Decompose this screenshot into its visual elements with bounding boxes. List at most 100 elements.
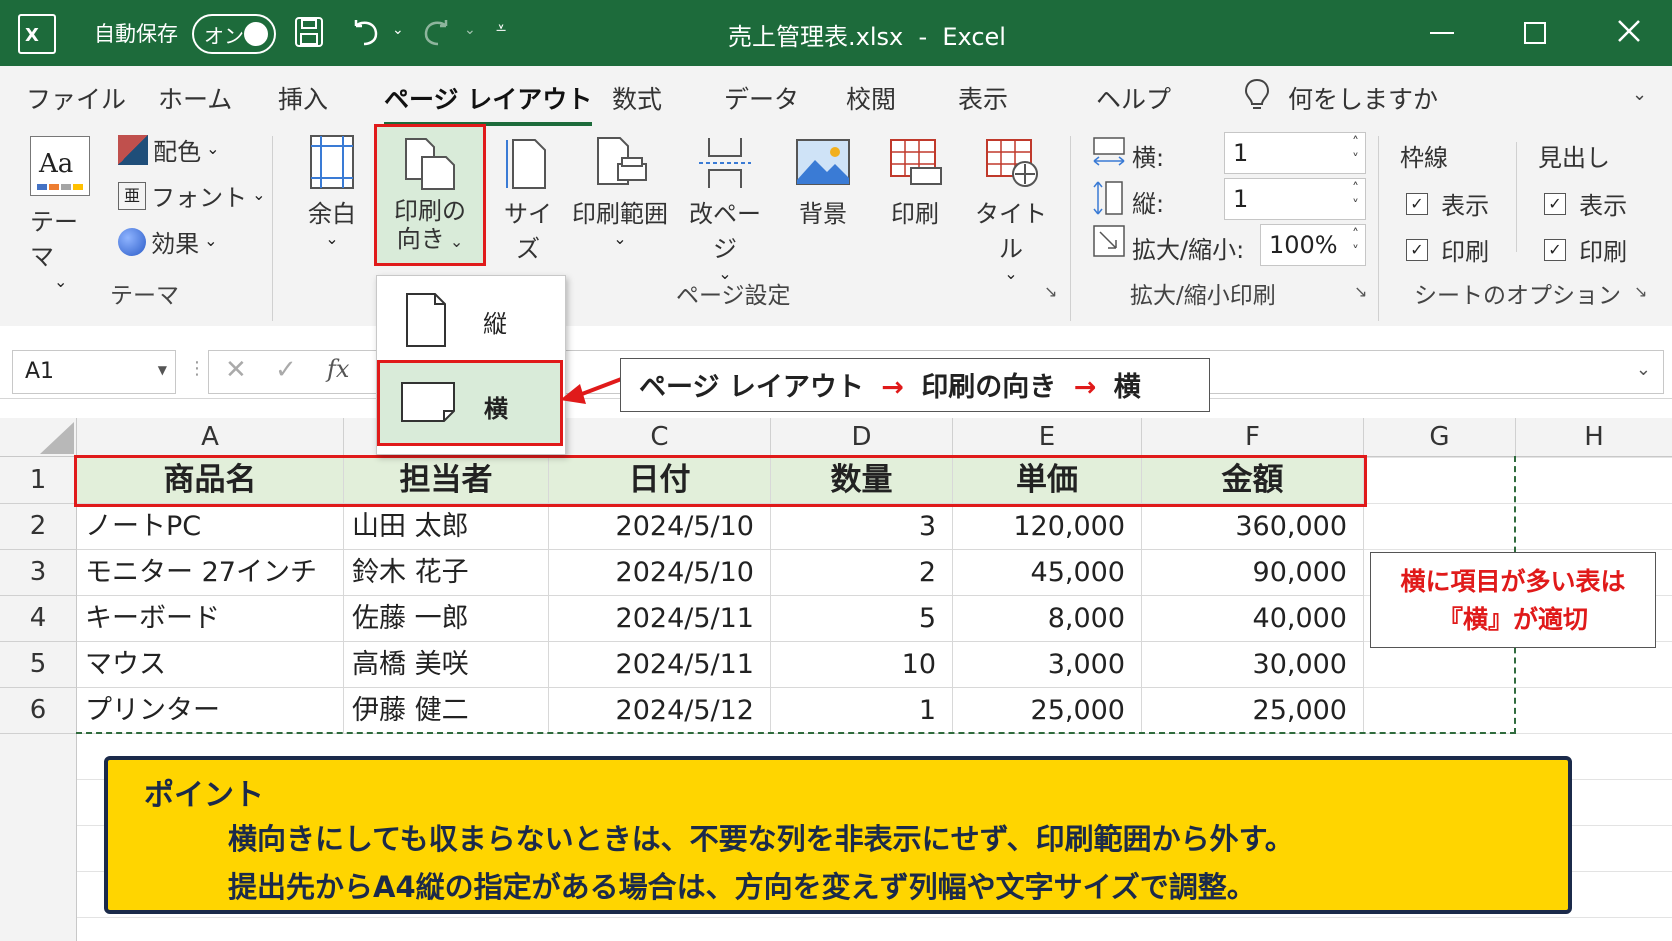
name-box[interactable]: A1 ▼ bbox=[12, 350, 176, 394]
row-header-4[interactable]: 4 bbox=[0, 596, 77, 642]
toggle-knob bbox=[244, 22, 268, 46]
colors-icon bbox=[118, 134, 148, 165]
close-icon[interactable] bbox=[1616, 18, 1642, 44]
gridlines-print-label: 印刷 bbox=[1441, 238, 1490, 266]
themes-button[interactable]: Aa テーマ ⌄ bbox=[30, 136, 98, 291]
row-header-6[interactable]: 6 bbox=[0, 688, 77, 734]
select-all-corner[interactable] bbox=[0, 418, 77, 457]
page-setup-dialog-launcher-icon[interactable]: ↘ bbox=[1044, 282, 1057, 301]
tab-view[interactable]: 表示 bbox=[958, 80, 1008, 116]
point-line-2: 提出先からA4縦の指定がある場合は、方向を変えず列幅や文字サイズで調整。 bbox=[228, 870, 1256, 904]
column-header-g[interactable]: G bbox=[1364, 418, 1516, 457]
tab-page-layout[interactable]: ページ レイアウト bbox=[384, 80, 593, 126]
sheet-options-dialog-launcher-icon[interactable]: ↘ bbox=[1634, 282, 1647, 301]
column-header-e[interactable]: E bbox=[953, 418, 1142, 457]
spinner-arrows-icon[interactable]: ˄ ˅ bbox=[1352, 181, 1359, 215]
row-header-3[interactable]: 3 bbox=[0, 550, 77, 596]
separator bbox=[1378, 136, 1379, 321]
breaks-icon bbox=[699, 138, 751, 188]
effects-button[interactable]: 効果 ⌄ bbox=[118, 224, 218, 260]
tab-review[interactable]: 校閲 bbox=[846, 80, 896, 116]
breaks-button[interactable]: 改ページ ⌄ bbox=[680, 134, 770, 283]
headings-label: 見出し bbox=[1538, 144, 1610, 172]
width-value: 1 bbox=[1233, 139, 1249, 167]
formula-expand-icon[interactable]: ⌄ bbox=[1636, 359, 1651, 380]
save-icon[interactable] bbox=[294, 16, 324, 48]
portrait-option[interactable]: 縦 bbox=[377, 284, 563, 354]
background-button[interactable]: 背景 bbox=[790, 134, 856, 229]
column-header-c[interactable]: C bbox=[549, 418, 771, 457]
minimize-icon[interactable] bbox=[1430, 32, 1454, 34]
print-label: 印刷 bbox=[891, 200, 939, 228]
size-icon bbox=[506, 139, 546, 189]
tell-me-search[interactable]: 何をしますか bbox=[1288, 80, 1438, 116]
enter-icon[interactable]: ✓ bbox=[275, 355, 297, 385]
margins-button[interactable]: 余白 ⌄ bbox=[306, 134, 358, 248]
scale-spinner[interactable]: 100% ˄ ˅ bbox=[1260, 224, 1366, 266]
gridlines-print-checkbox[interactable]: ✓ 印刷 bbox=[1406, 232, 1489, 267]
print-titles-print-button[interactable]: 印刷 bbox=[882, 134, 948, 229]
headings-print-checkbox[interactable]: ✓ 印刷 bbox=[1544, 232, 1627, 267]
effects-icon bbox=[118, 227, 146, 256]
print-titles-button[interactable]: タイトル ⌄ bbox=[970, 134, 1052, 283]
colors-button[interactable]: 配色 ⌄ bbox=[118, 132, 220, 168]
orientation-button[interactable]: 印刷の 向き ⌄ bbox=[374, 124, 486, 266]
column-header-a[interactable]: A bbox=[77, 418, 344, 457]
print-area-button[interactable]: 印刷範囲 ⌄ bbox=[570, 134, 670, 248]
ribbon-page-layout: Aa テーマ ⌄ 配色 ⌄ 亜 フォント ⌄ 効果 ⌄ テーマ 余白 ⌄ 印刷の… bbox=[0, 124, 1672, 327]
name-box-dropdown-icon[interactable]: ▼ bbox=[158, 363, 167, 377]
portrait-page-icon bbox=[406, 293, 446, 347]
size-button[interactable]: サイズ ⌄ bbox=[496, 134, 560, 283]
column-header-d[interactable]: D bbox=[771, 418, 953, 457]
window-title: 売上管理表.xlsx - Excel bbox=[728, 23, 1006, 51]
red-pointer-arrow-icon bbox=[556, 364, 626, 410]
excel-logo-icon[interactable]: X bbox=[18, 14, 56, 54]
scale-label: 拡大/縮小: bbox=[1132, 236, 1245, 264]
spinner-arrows-icon[interactable]: ˄ ˅ bbox=[1352, 227, 1359, 261]
headings-print-label: 印刷 bbox=[1579, 238, 1628, 266]
headings-view-checkbox[interactable]: ✓ 表示 bbox=[1544, 186, 1627, 221]
cancel-icon[interactable]: ✕ bbox=[225, 355, 247, 385]
width-spinner[interactable]: 1 ˄ ˅ bbox=[1224, 132, 1366, 174]
tab-help[interactable]: ヘルプ bbox=[1096, 80, 1171, 116]
landscape-page-icon bbox=[401, 382, 455, 422]
insert-function-icon[interactable]: fx bbox=[327, 355, 349, 383]
row-header-2[interactable]: 2 bbox=[0, 504, 77, 550]
tab-insert[interactable]: 挿入 bbox=[278, 80, 328, 116]
scale-icon bbox=[1092, 224, 1126, 258]
gridlines-view-checkbox[interactable]: ✓ 表示 bbox=[1406, 186, 1489, 221]
height-spinner[interactable]: 1 ˄ ˅ bbox=[1224, 178, 1366, 220]
title-bar: X 自動保存 オン ⌄ ⌄ ⩡ 売上管理表.xlsx - Excel bbox=[0, 0, 1672, 66]
undo-icon[interactable] bbox=[350, 16, 380, 48]
formula-bar-grip-icon: ⋮ bbox=[188, 358, 206, 379]
gridlines-label: 枠線 bbox=[1400, 144, 1448, 172]
tab-data[interactable]: データ bbox=[724, 80, 799, 116]
size-label: サイズ bbox=[504, 200, 552, 263]
fonts-button[interactable]: 亜 フォント ⌄ bbox=[118, 178, 266, 214]
redo-dropdown-icon[interactable]: ⌄ bbox=[464, 22, 476, 38]
print-icon bbox=[890, 139, 942, 185]
spinner-arrows-icon[interactable]: ˄ ˅ bbox=[1352, 135, 1359, 169]
column-header-h[interactable]: H bbox=[1516, 418, 1672, 457]
redo-icon[interactable] bbox=[422, 16, 452, 48]
landscape-option[interactable]: 横 bbox=[377, 360, 563, 446]
column-header-f[interactable]: F bbox=[1142, 418, 1364, 457]
instruction-step-3: 横 bbox=[1113, 372, 1141, 403]
sheet-options-group-label: シートのオプション bbox=[1414, 283, 1621, 309]
separator bbox=[1516, 142, 1517, 252]
tab-home[interactable]: ホーム bbox=[158, 80, 232, 116]
tab-formulas[interactable]: 数式 bbox=[612, 80, 662, 116]
scale-dialog-launcher-icon[interactable]: ↘ bbox=[1354, 282, 1367, 301]
print-titles-icon bbox=[986, 139, 1038, 187]
row-header-1[interactable]: 1 bbox=[0, 457, 77, 504]
autosave-toggle[interactable]: オン bbox=[192, 14, 276, 54]
tab-file[interactable]: ファイル bbox=[26, 80, 126, 116]
row-header-5[interactable]: 5 bbox=[0, 642, 77, 688]
separator bbox=[1070, 136, 1071, 321]
undo-dropdown-icon[interactable]: ⌄ bbox=[392, 22, 404, 38]
ribbon-collapse-icon[interactable]: ⌄ bbox=[1632, 84, 1647, 105]
customize-qat-icon[interactable]: ⩡ bbox=[496, 18, 506, 39]
instruction-step-1: ページ レイアウト bbox=[639, 372, 864, 403]
maximize-icon[interactable] bbox=[1524, 22, 1546, 44]
point-line-1: 横向きにしても収まらないときは、不要な列を非表示にせず、印刷範囲から外す。 bbox=[228, 822, 1294, 856]
